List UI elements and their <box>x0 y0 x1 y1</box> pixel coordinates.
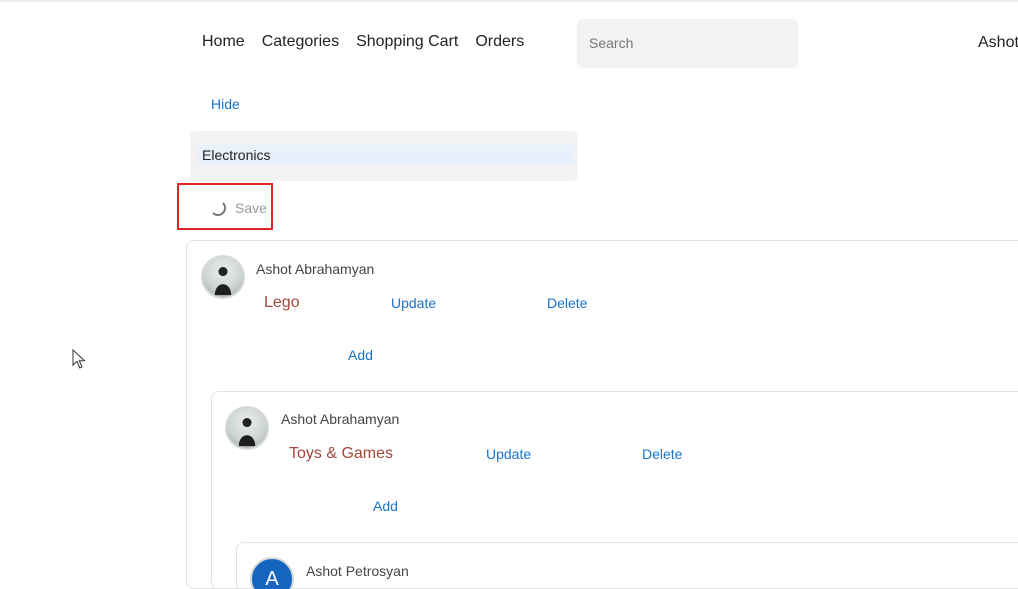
loading-spinner-icon <box>210 200 226 216</box>
update-button[interactable]: Update <box>486 446 531 462</box>
mouse-pointer-icon <box>72 349 86 369</box>
comment-thread-2: Ashot Abrahamyan Toys & Games Update Del… <box>211 391 1018 589</box>
category-form <box>190 131 578 181</box>
nav-categories[interactable]: Categories <box>262 33 339 51</box>
comment-author: Ashot Abrahamyan <box>281 411 400 427</box>
user-avatar <box>201 255 245 299</box>
delete-button[interactable]: Delete <box>547 295 587 311</box>
comment-thread-3: A Ashot Petrosyan <box>236 542 1018 589</box>
save-button[interactable]: Save <box>235 200 267 216</box>
add-button[interactable]: Add <box>348 347 373 363</box>
delete-button[interactable]: Delete <box>642 446 682 462</box>
nav-orders[interactable]: Orders <box>475 33 524 51</box>
comment-text: Lego <box>264 294 300 311</box>
page: Home Categories Shopping Cart Orders Ash… <box>0 0 1018 589</box>
update-button[interactable]: Update <box>391 295 436 311</box>
hide-link[interactable]: Hide <box>211 96 240 112</box>
add-button[interactable]: Add <box>373 498 398 514</box>
search-box <box>577 19 798 68</box>
search-input[interactable] <box>587 31 791 55</box>
nav-shopping-cart[interactable]: Shopping Cart <box>356 33 458 51</box>
user-menu[interactable]: Ashot <box>978 34 1018 52</box>
user-avatar: A <box>250 557 294 589</box>
comment-thread-1: Ashot Abrahamyan Lego Update Delete Add … <box>186 240 1018 589</box>
comment-text: Toys & Games <box>289 445 394 462</box>
category-name-input[interactable] <box>198 145 574 165</box>
comment-author: Ashot Abrahamyan <box>256 261 375 277</box>
comment-author: Ashot Petrosyan <box>306 563 409 579</box>
top-divider <box>0 0 1018 2</box>
main-nav: Home Categories Shopping Cart Orders <box>202 33 524 51</box>
nav-home[interactable]: Home <box>202 33 245 51</box>
user-avatar <box>225 406 269 450</box>
